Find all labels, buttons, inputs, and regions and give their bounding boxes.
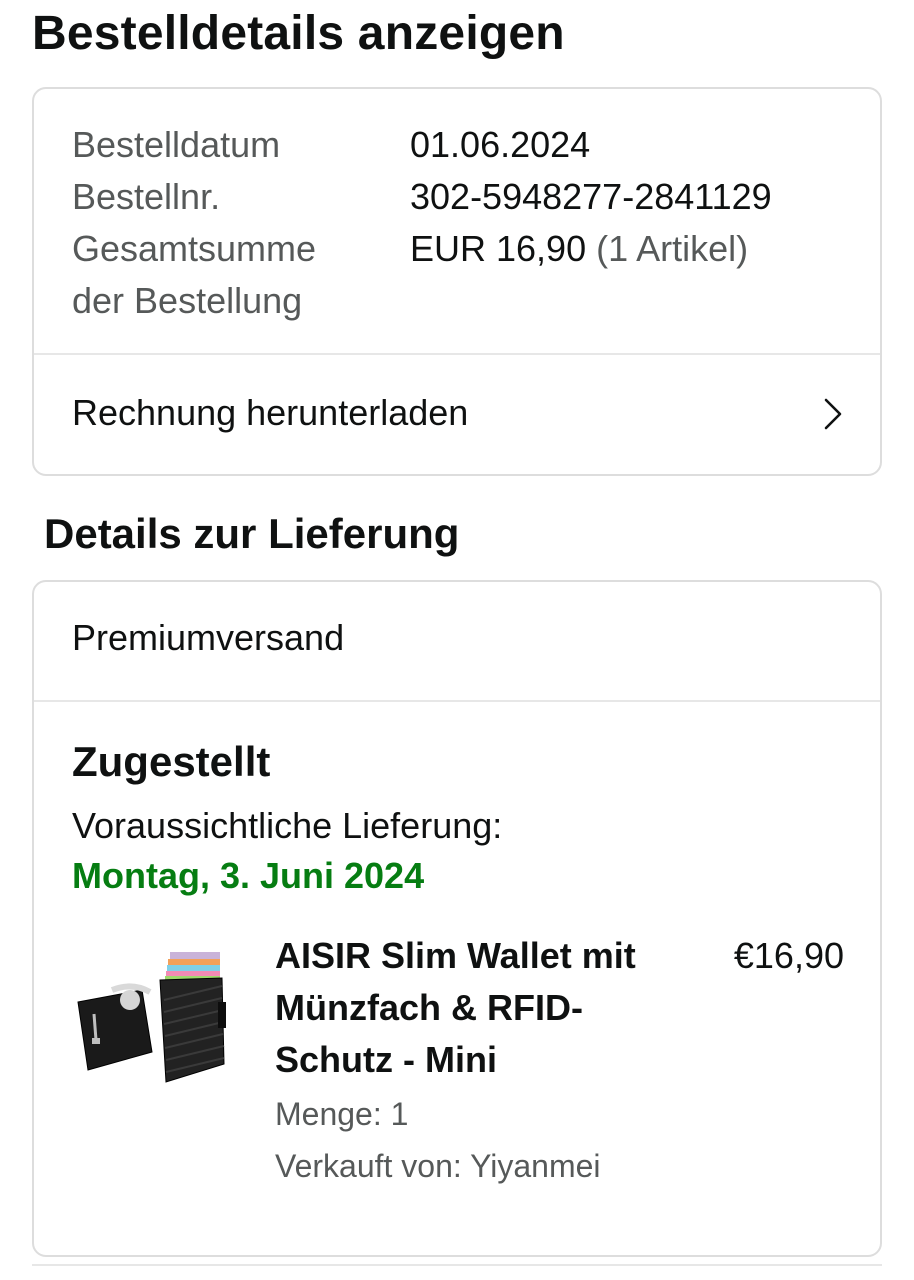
delivery-eta-label: Voraussichtliche Lieferung: [72,805,503,846]
order-total-amount: EUR 16,90 [410,228,587,269]
bottom-divider [32,1264,882,1266]
order-number-value: 302-5948277-2841129 [410,176,772,217]
order-date-label: Bestelldatum [72,124,281,165]
product-price: €16,90 [733,935,844,976]
delivery-eta-date: Montag, 3. Juni 2024 [72,855,425,896]
product-quantity: Menge: 1 [275,1096,409,1132]
order-date-value: 01.06.2024 [410,124,591,165]
product-title-link[interactable]: AISIR Slim Wallet mit Münzfach & RFID-Sc… [275,930,675,1086]
page-title: Bestelldetails anzeigen [32,7,565,60]
order-summary-card: Bestelldatum 01.06.2024 Bestellnr. 302-5… [32,87,882,476]
wallet-product-image[interactable] [72,942,232,1092]
delivery-section-title: Details zur Lieferung [44,510,460,557]
delivery-status: Zugestellt [72,738,271,785]
order-item-count: (1 Artikel) [596,228,749,269]
chevron-right-icon [824,398,842,430]
download-invoice-label: Rechnung herunterladen [72,392,469,433]
product-seller: Verkauft von: Yiyanmei [275,1148,601,1184]
order-total-label: Gesamtsumme der Bestellung [72,228,317,321]
order-total-value: EUR 16,90 (1 Artikel) [410,223,748,275]
shipping-method: Premiumversand [72,617,345,658]
order-details-page: Bestelldetails anzeigen Bestelldatum 01.… [0,0,914,1280]
order-number-label: Bestellnr. [72,176,221,217]
download-invoice-button[interactable]: Rechnung herunterladen [34,355,880,474]
delivery-divider [34,700,880,702]
delivery-card: Premiumversand Zugestellt Voraussichtlic… [32,580,882,1257]
